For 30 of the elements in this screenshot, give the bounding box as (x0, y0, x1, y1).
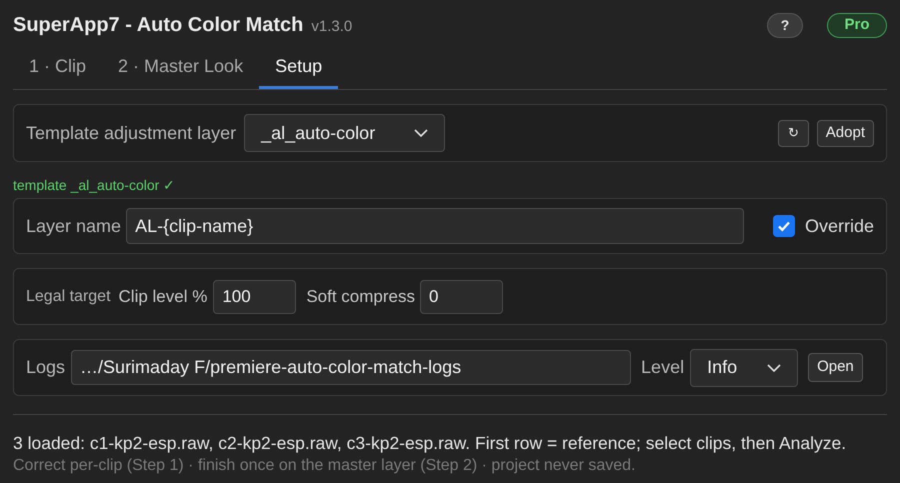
level-dropdown[interactable]: Info (690, 348, 798, 386)
chevron-down-icon (414, 129, 428, 137)
help-button[interactable]: ? (767, 12, 803, 38)
app-title: SuperApp7 - Auto Color Match (13, 13, 304, 38)
override-checkbox[interactable] (772, 215, 795, 237)
tab[interactable]: 2 · Master Look (102, 46, 260, 89)
checkbox-label: Override (804, 214, 874, 238)
logs-path-input[interactable]: …/Surimaday F/premiere-auto-color-match-logs (71, 350, 632, 385)
adopt-button[interactable]: Adopt (816, 120, 874, 146)
layer-name-input[interactable]: AL-{clip-name} (126, 208, 744, 244)
field-label: Clip level % (118, 286, 208, 308)
section-label: Legal target (26, 286, 111, 306)
hint-text: Correct per-clip (Step 1) · finish once on the master layer (Step 2) · project never saved. (13, 456, 636, 476)
field-label: Layer name (26, 214, 122, 238)
template-dropdown[interactable]: _al_auto-color (244, 114, 446, 152)
chevron-down-icon (767, 364, 782, 372)
field-label: Level (641, 356, 684, 379)
tab[interactable]: Setup (259, 46, 338, 89)
tab[interactable]: 1 · Clip (13, 46, 102, 89)
soft-compress-input[interactable]: 0 (420, 280, 503, 314)
field-label: Logs (26, 356, 66, 379)
template-status: template _al_auto-color ✓ (13, 176, 176, 194)
pro-badge: Pro (827, 12, 887, 38)
refresh-button[interactable]: ↻ (778, 120, 809, 146)
clip-level-input[interactable]: 100 (213, 280, 296, 314)
status-message: 3 loaded: c1-kp2-esp.raw, c2-kp2-esp.raw, c3-kp2-esp.raw. First row = reference; select clips, then Analyze. (13, 432, 848, 455)
field-label: Template adjustment layer (26, 122, 236, 145)
version-label: v1.3.0 (311, 16, 352, 37)
field-label: Soft compress (306, 286, 415, 308)
open-button[interactable]: Open (808, 353, 863, 382)
